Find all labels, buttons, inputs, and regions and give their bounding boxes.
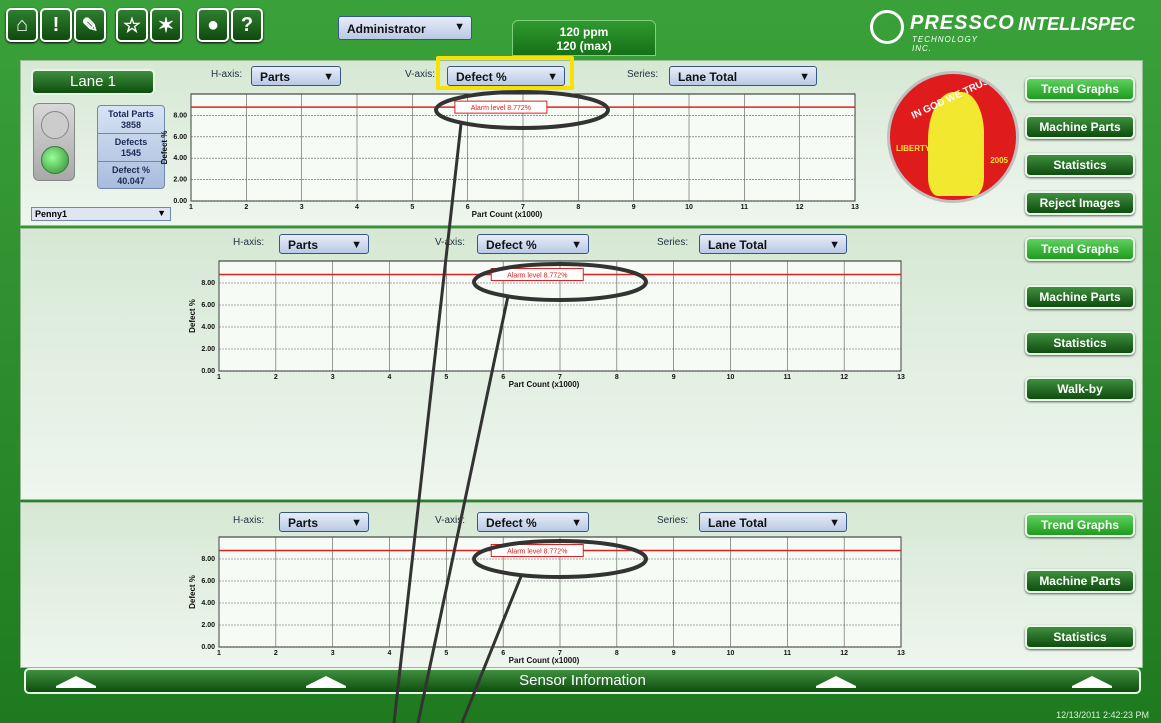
callout-ellipse [434,90,610,130]
screen: ⌂ ! ✎ ☆ ✶ ● ? Administrator ▼ 120 ppm 120 … [0,0,1161,723]
callout-overlay [392,90,648,723]
callout-line [460,573,524,723]
callout-line [416,295,510,723]
callout-ellipse [472,262,648,302]
callout-line [392,123,463,723]
callout-ellipse [472,539,648,579]
